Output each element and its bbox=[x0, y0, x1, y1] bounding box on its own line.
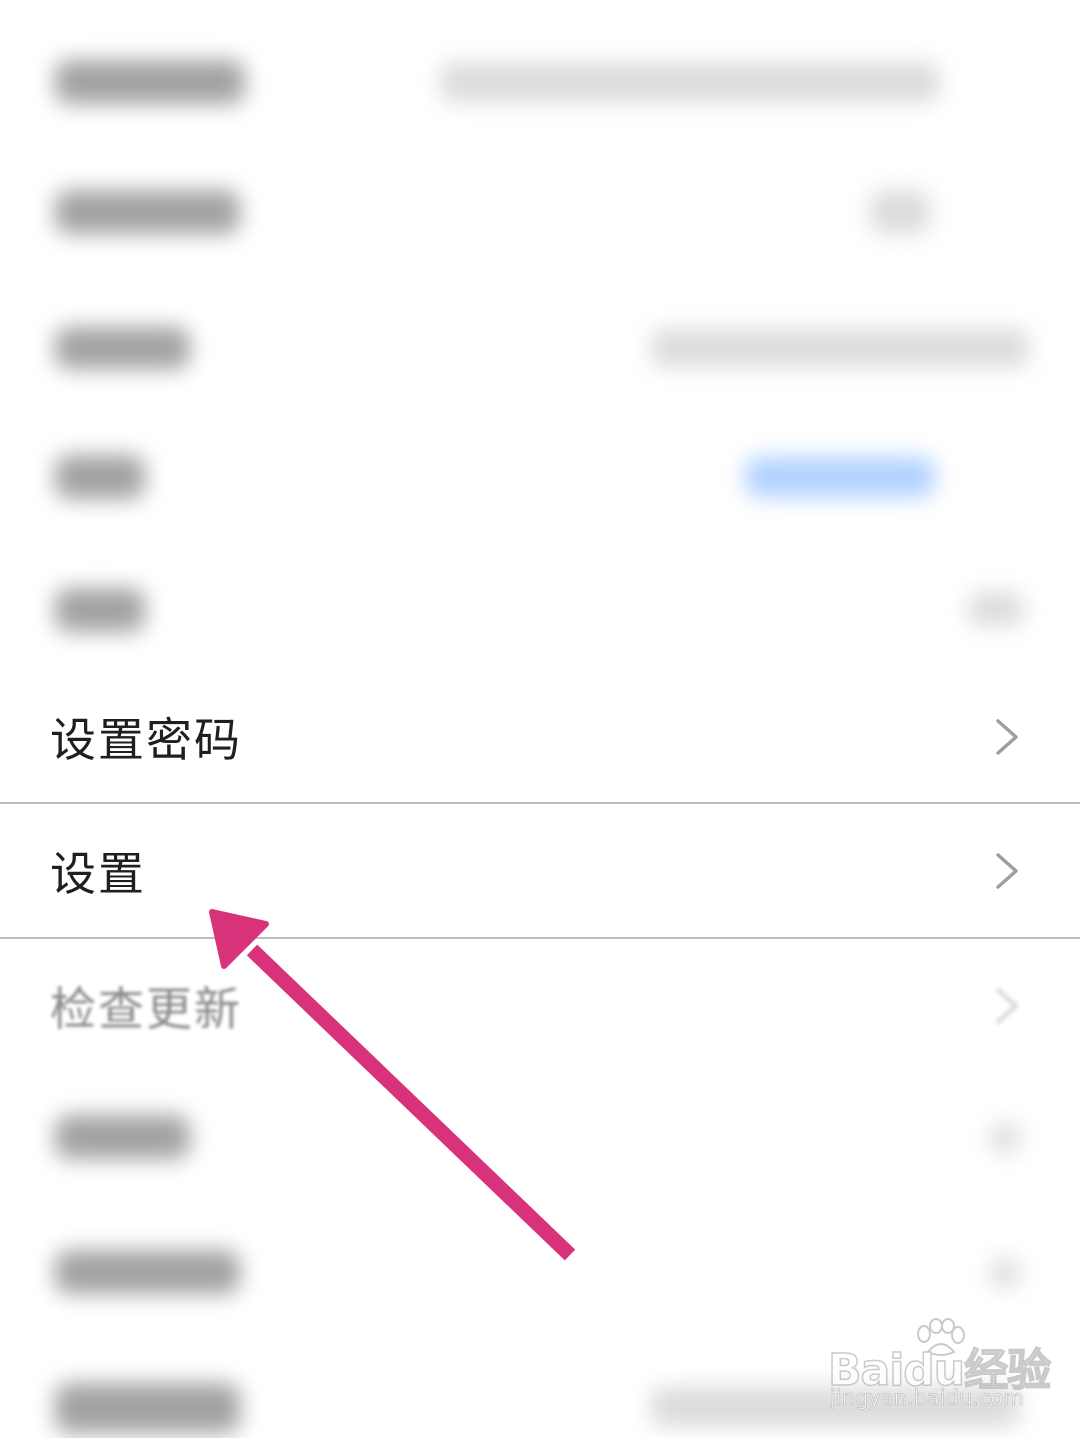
blurred-row-6[interactable] bbox=[0, 1075, 1080, 1195]
blurred-row-3[interactable] bbox=[0, 285, 1080, 405]
blurred-label bbox=[55, 1250, 240, 1294]
menu-item-label: 设置密码 bbox=[50, 713, 242, 767]
blurred-label bbox=[55, 190, 240, 234]
blurred-label bbox=[55, 588, 145, 632]
settings-screen: 设置密码 设置 检查更新 Baidu经验 jingyan.baidu.com bbox=[0, 0, 1080, 1438]
menu-item-check-update[interactable]: 检查更新 bbox=[0, 939, 1080, 1073]
blurred-label bbox=[55, 1383, 240, 1433]
chevron-right-icon bbox=[996, 853, 1018, 889]
watermark-url: jingyan.baidu.com bbox=[830, 1386, 1025, 1411]
menu-item-settings[interactable]: 设置 bbox=[0, 804, 1080, 938]
blurred-row-2[interactable] bbox=[0, 150, 1080, 270]
blurred-value bbox=[440, 62, 940, 102]
blurred-value bbox=[650, 329, 1030, 367]
chevron-right-icon bbox=[996, 988, 1018, 1024]
blurred-row-4[interactable] bbox=[0, 415, 1080, 535]
blurred-label bbox=[55, 60, 245, 104]
baidu-jingyan-watermark: Baidu经验 jingyan.baidu.com bbox=[826, 1318, 1052, 1420]
blurred-value bbox=[990, 1123, 1020, 1153]
menu-item-set-password[interactable]: 设置密码 bbox=[0, 670, 1080, 804]
blurred-badge bbox=[745, 457, 935, 497]
blurred-row-1[interactable] bbox=[0, 20, 1080, 140]
blurred-value bbox=[990, 1258, 1020, 1288]
blurred-label bbox=[55, 1115, 190, 1159]
blurred-value bbox=[968, 592, 1024, 626]
chevron-right-icon bbox=[996, 719, 1018, 755]
blurred-row-5[interactable] bbox=[0, 548, 1080, 668]
blurred-row-7[interactable] bbox=[0, 1210, 1080, 1330]
blurred-label bbox=[55, 455, 145, 499]
blurred-value bbox=[870, 190, 930, 234]
blurred-label bbox=[55, 327, 190, 369]
menu-item-label: 检查更新 bbox=[50, 982, 242, 1036]
menu-item-label: 设置 bbox=[50, 847, 146, 901]
